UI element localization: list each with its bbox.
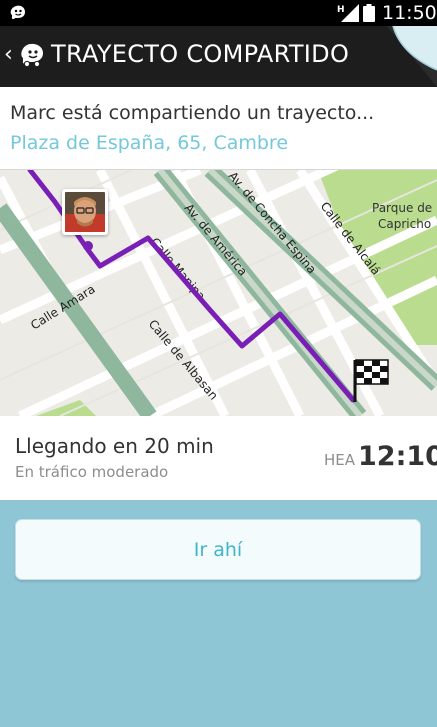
avatar [65,192,105,232]
traffic-status: En tráfico moderado [15,463,169,481]
eta-label: HEA [324,451,356,469]
status-bar: H 11:50 [0,0,437,26]
user-avatar-icon[interactable] [62,189,110,247]
app-bar: ‹ TRAYECTO COMPARTIDO [0,26,437,87]
avatar-frame [62,189,108,235]
action-area: Ir ahí [0,500,437,727]
network-type-label: H [337,5,345,15]
battery-icon [363,4,375,22]
arrival-text: Llegando en 20 min [15,434,214,458]
signal-icon: H [337,4,359,22]
share-message: Marc está compartiendo un trayecto... [10,102,375,124]
waze-logo-icon[interactable] [18,40,48,70]
park-label-line-1: Parque de [372,201,432,215]
page-curl-icon[interactable] [387,26,437,87]
arrival-time: 12:10 [358,441,437,472]
back-icon[interactable]: ‹ [4,42,13,67]
page-title: TRAYECTO COMPARTIDO [51,40,350,68]
destination-address[interactable]: Plaza de España, 65, Cambre [10,132,288,154]
park-label-line-2: Capricho [378,217,431,231]
status-time: 11:50 [382,2,437,24]
share-header: Marc está compartiendo un trayecto... Pl… [0,87,437,170]
go-there-button[interactable]: Ir ahí [15,519,421,580]
waze-notification-icon [10,5,25,20]
eta-panel: Llegando en 20 min En tráfico moderado H… [0,416,437,500]
